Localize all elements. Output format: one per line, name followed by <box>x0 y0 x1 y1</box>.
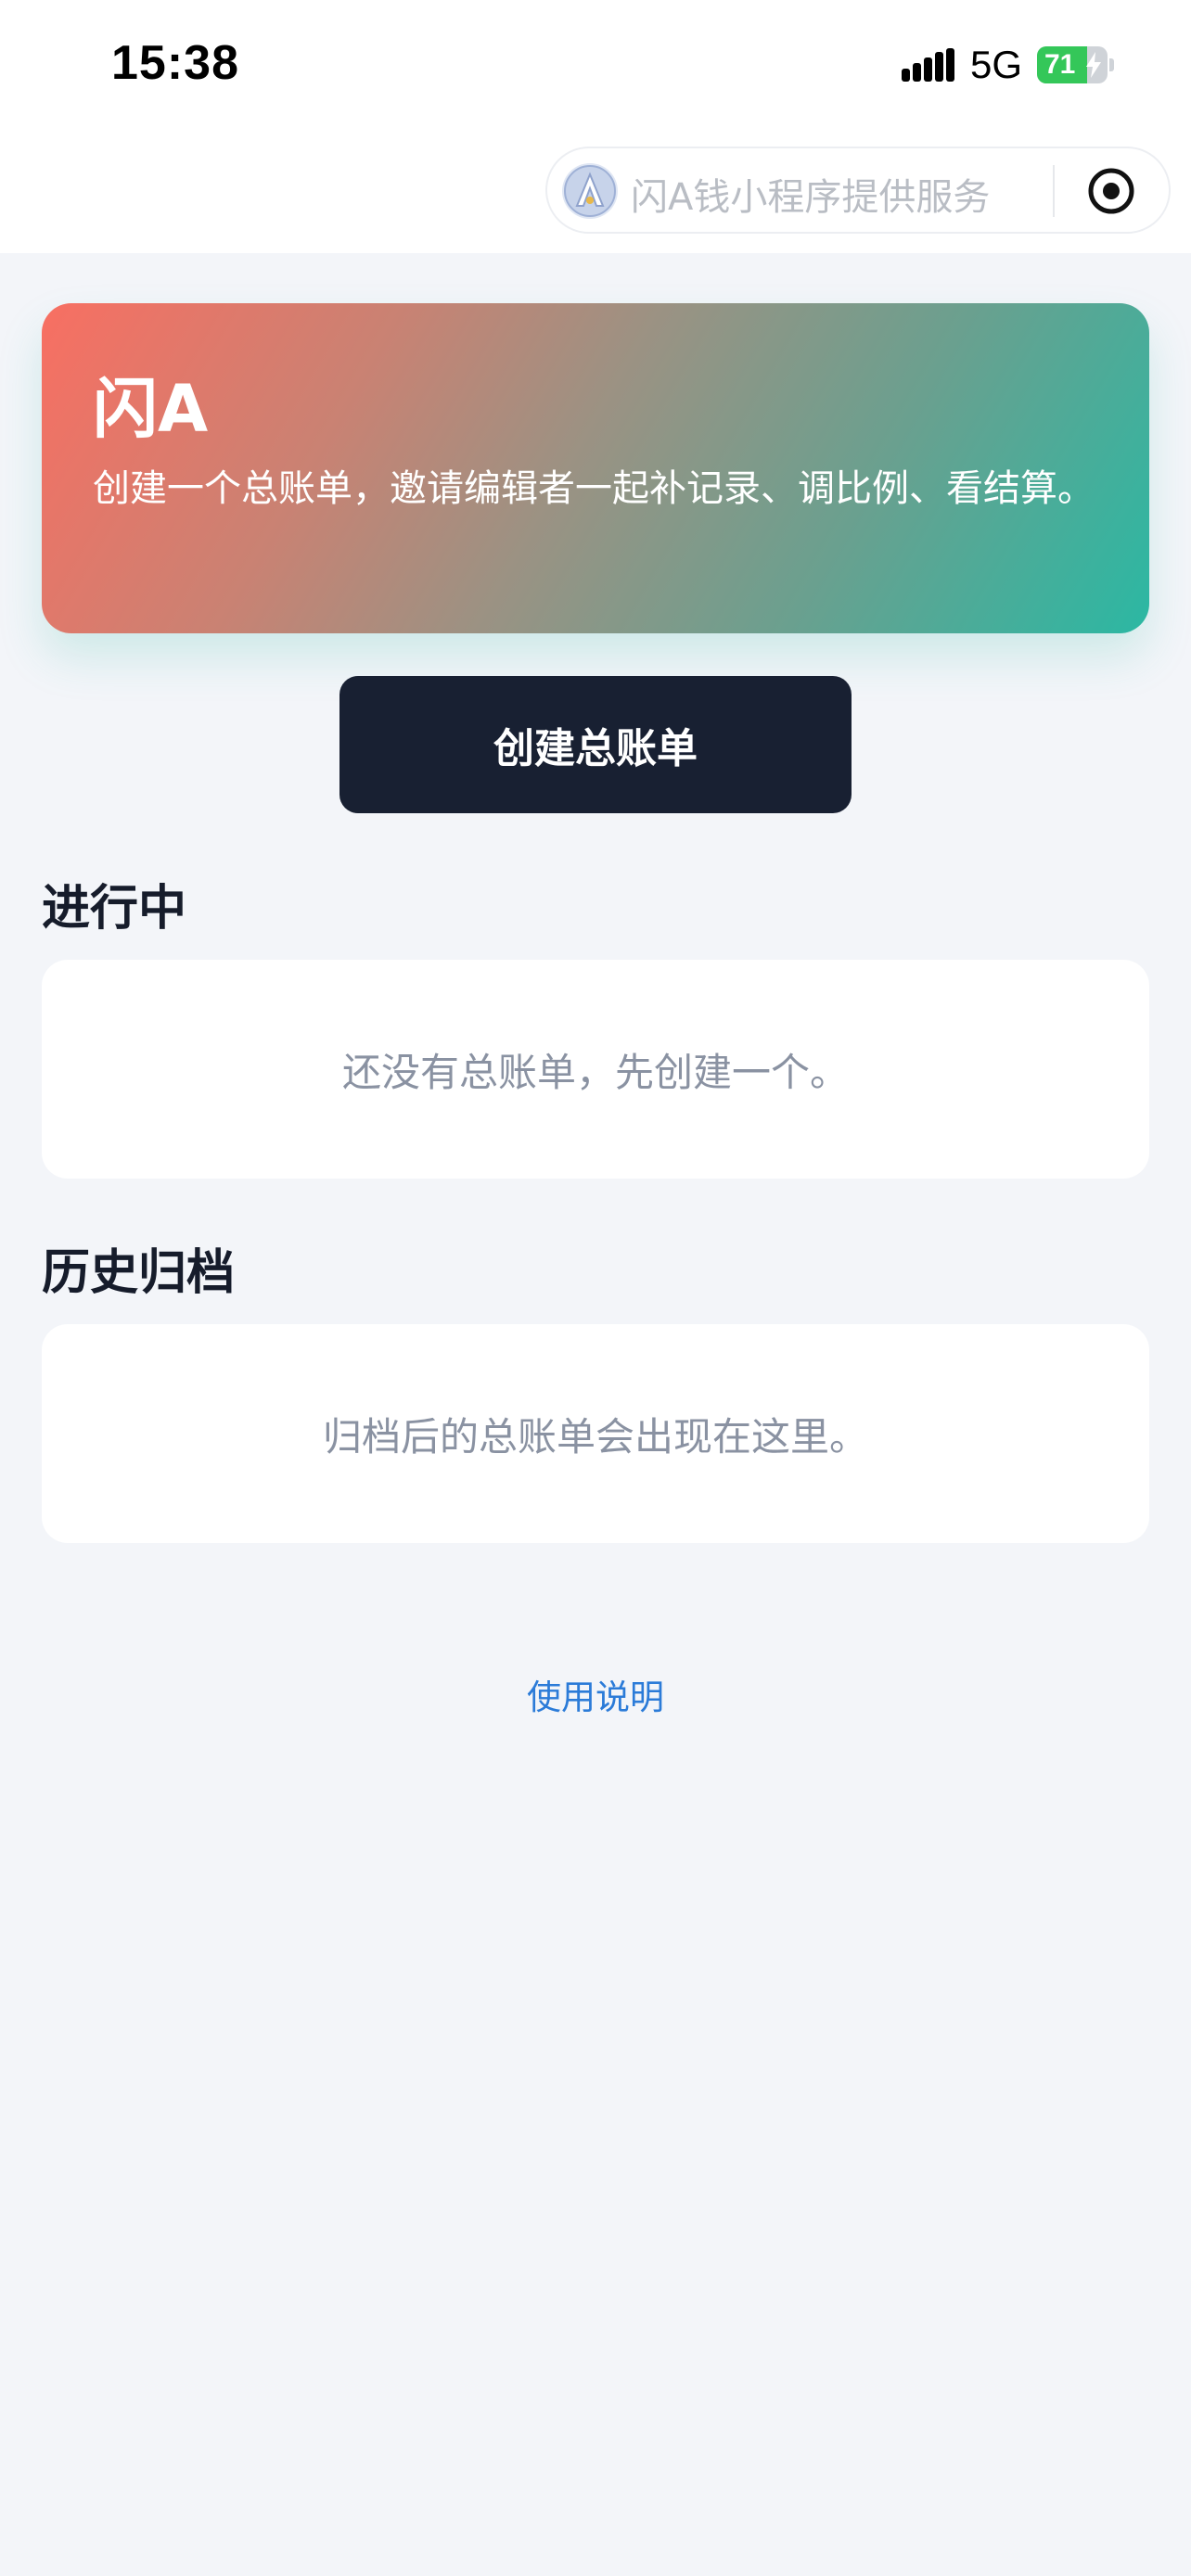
archive-ledgers-card: 归档后的总账单会出现在这里。 <box>42 1324 1149 1543</box>
hero-description: 创建一个总账单，邀请编辑者一起补记录、调比例、看结算。 <box>93 467 1095 510</box>
status-time: 15:38 <box>111 36 239 90</box>
capsule-divider <box>1053 165 1055 217</box>
active-section-title: 进行中 <box>42 881 187 937</box>
archive-section-title: 历史归档 <box>42 1245 236 1301</box>
network-type: 5G <box>970 43 1023 86</box>
battery-cap <box>1109 58 1114 71</box>
hero-banner: 闪A 创建一个总账单，邀请编辑者一起补记录、调比例、看结算。 <box>42 303 1149 633</box>
help-link[interactable]: 使用说明 <box>0 1669 1191 1719</box>
battery-indicator: 71 <box>1037 46 1114 83</box>
status-bar: 15:38 5G 71 <box>0 0 1191 134</box>
hero-title: 闪A <box>93 371 209 447</box>
app-logo-icon <box>562 163 618 219</box>
battery-level: 71 <box>1044 49 1076 80</box>
active-empty-text: 还没有总账单，先创建一个。 <box>341 1049 849 1095</box>
bolt-icon <box>1086 52 1101 78</box>
record-target-icon[interactable] <box>1087 167 1135 215</box>
active-ledgers-card: 还没有总账单，先创建一个。 <box>42 960 1149 1179</box>
create-ledger-button[interactable]: 创建总账单 <box>339 676 852 813</box>
miniprogram-capsule[interactable]: 闪A钱小程序提供服务 <box>545 147 1171 234</box>
provider-text: 闪A钱小程序提供服务 <box>631 176 991 219</box>
archive-empty-text: 归档后的总账单会出现在这里。 <box>322 1413 868 1460</box>
battery-body: 71 <box>1037 46 1108 83</box>
signal-bars-icon <box>902 48 954 82</box>
